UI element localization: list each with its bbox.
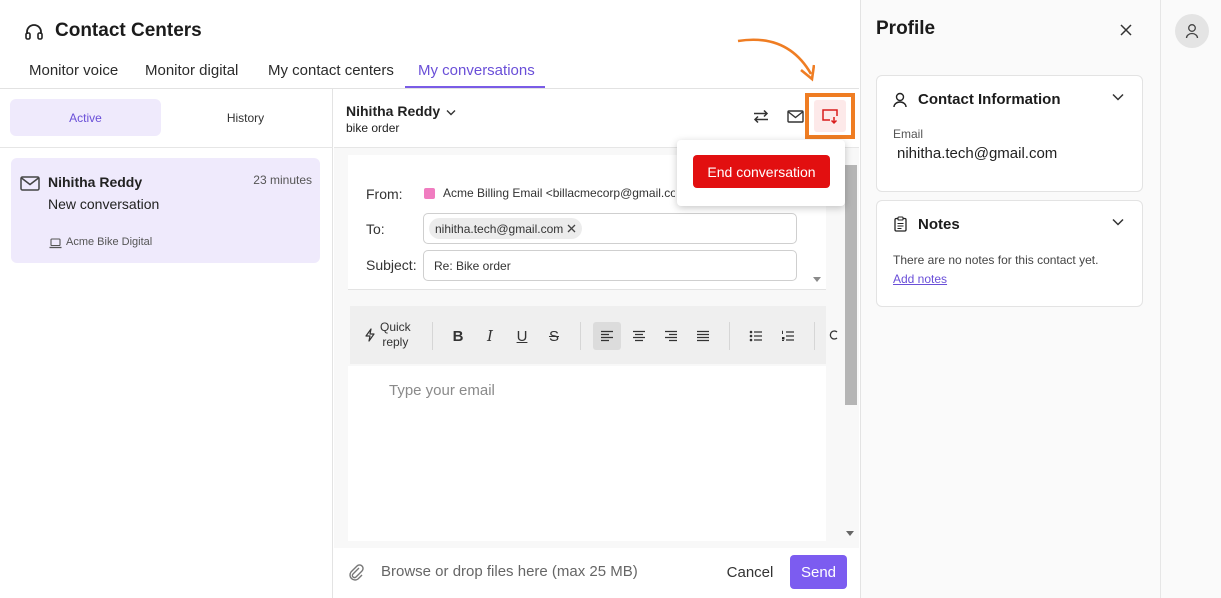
chevron-down-icon[interactable]	[1112, 93, 1124, 101]
justify-button[interactable]	[689, 322, 717, 350]
recipient-chip: nihitha.tech@gmail.com	[429, 218, 583, 239]
numbered-list-button[interactable]	[774, 322, 802, 350]
tab-monitor-voice[interactable]: Monitor voice	[29, 62, 118, 79]
recipient-email: nihitha.tech@gmail.com	[435, 221, 564, 236]
scrollbar-thumb[interactable]	[845, 165, 857, 405]
email-button[interactable]	[787, 110, 804, 123]
align-right-button[interactable]	[657, 322, 685, 350]
page-title: Contact Centers	[55, 20, 202, 41]
align-left-button[interactable]	[593, 322, 621, 350]
quick-reply-button[interactable]: Quick reply	[364, 320, 411, 350]
highlight-box	[805, 93, 855, 139]
align-center-button[interactable]	[625, 322, 653, 350]
conversation-list-item[interactable]: Nihitha Reddy 23 minutes New conversatio…	[11, 158, 320, 263]
email-body-placeholder: Type your email	[389, 382, 495, 399]
clipboard-icon	[894, 216, 907, 232]
toolbar-divider	[580, 322, 581, 350]
tab-my-conversations[interactable]: My conversations	[418, 62, 535, 79]
paperclip-icon[interactable]	[347, 563, 365, 581]
contact-information-title: Contact Information	[918, 91, 1061, 108]
email-label: Email	[893, 127, 924, 141]
divider	[348, 289, 826, 290]
to-field[interactable]: nihitha.tech@gmail.com	[423, 213, 797, 244]
mail-icon	[20, 176, 40, 191]
contact-name: Nihitha Reddy	[346, 103, 441, 119]
annotation-arrow-icon	[735, 34, 815, 84]
segment-history[interactable]: History	[170, 99, 321, 136]
conversation-status: New conversation	[48, 196, 160, 212]
lightning-icon	[364, 328, 376, 342]
end-conversation-button[interactable]: End conversation	[693, 155, 830, 188]
align-center-icon	[632, 330, 646, 342]
bold-button[interactable]: B	[444, 322, 472, 350]
chevron-down-icon[interactable]	[1112, 218, 1124, 226]
toolbar-divider	[432, 322, 433, 350]
more-formatting-button[interactable]	[826, 322, 840, 350]
notes-title: Notes	[918, 216, 960, 233]
conversation-contact-name: Nihitha Reddy	[48, 174, 143, 190]
bulleted-list-button[interactable]	[742, 322, 770, 350]
mail-icon	[787, 110, 804, 123]
contact-information-card: Contact Information Email nihitha.tech@g…	[876, 75, 1143, 192]
profile-title: Profile	[876, 18, 936, 39]
transfer-icon	[752, 108, 770, 125]
close-icon[interactable]	[1120, 24, 1132, 36]
quick-reply-label-1: Quick	[380, 320, 411, 334]
numbered-list-icon	[781, 330, 795, 342]
subject-label: Subject:	[366, 257, 417, 273]
tab-my-contact-centers[interactable]: My contact centers	[268, 62, 394, 79]
conversation-subject: bike order	[346, 121, 400, 135]
conversation-channel: Acme Bike Digital	[66, 236, 153, 248]
transfer-button[interactable]	[752, 108, 770, 125]
segment-active[interactable]: Active	[10, 99, 161, 136]
underline-button[interactable]: U	[508, 322, 536, 350]
laptop-icon	[49, 238, 62, 249]
align-left-icon	[600, 330, 614, 342]
bullet-list-icon	[749, 330, 763, 342]
headset-icon	[24, 23, 44, 41]
divider	[0, 147, 333, 148]
toolbar-divider	[814, 322, 815, 350]
conversation-list-panel: Active History Nihitha Reddy 23 minutes …	[0, 89, 333, 598]
person-icon	[893, 92, 907, 108]
italic-button[interactable]: I	[476, 322, 504, 350]
quick-reply-label-2: reply	[382, 335, 409, 349]
email-value: nihitha.tech@gmail.com	[897, 145, 1058, 162]
close-icon[interactable]	[567, 224, 576, 233]
from-color-swatch	[424, 188, 435, 199]
justify-icon	[696, 330, 710, 342]
subject-field[interactable]: Re: Bike order	[423, 250, 797, 281]
from-label: From:	[366, 186, 403, 202]
cancel-button[interactable]: Cancel	[722, 556, 778, 588]
add-notes-link[interactable]: Add notes	[893, 272, 947, 286]
to-label: To:	[366, 221, 385, 237]
scroll-down-arrow-icon[interactable]	[846, 531, 854, 537]
right-rail	[1160, 0, 1221, 598]
send-button[interactable]: Send	[790, 555, 847, 589]
scroll-down-arrow-icon[interactable]	[813, 277, 821, 283]
avatar[interactable]	[1175, 14, 1209, 48]
user-icon	[1185, 23, 1199, 39]
chevron-down-icon	[446, 109, 456, 116]
conversation-time: 23 minutes	[253, 173, 312, 187]
from-value: Acme Billing Email <billacmecorp@gmail.c…	[443, 186, 675, 200]
end-conversation-popover: End conversation	[677, 140, 845, 206]
strikethrough-button[interactable]: S	[540, 322, 568, 350]
align-right-icon	[664, 330, 678, 342]
format-icon	[826, 329, 840, 343]
attach-files-text[interactable]: Browse or drop files here (max 25 MB)	[381, 563, 638, 580]
conversation-contact-dropdown[interactable]: Nihitha Reddy	[346, 103, 456, 119]
notes-empty-text: There are no notes for this contact yet.	[893, 253, 1099, 267]
tab-monitor-digital[interactable]: Monitor digital	[145, 62, 238, 79]
notes-card: Notes There are no notes for this contac…	[876, 200, 1143, 307]
toolbar-divider	[729, 322, 730, 350]
